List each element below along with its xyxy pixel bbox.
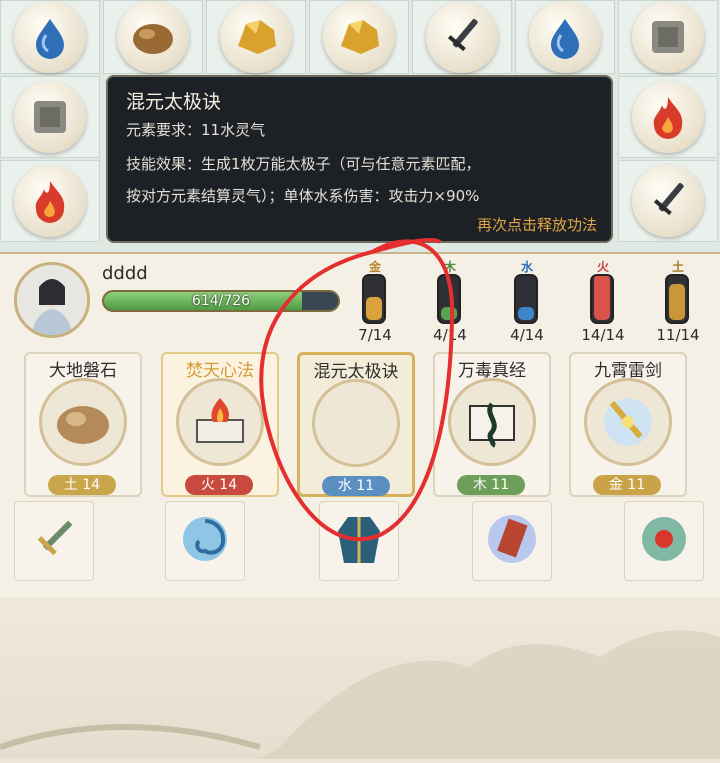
element-gauge-fire: 火 14/14 bbox=[573, 258, 633, 348]
skill-cost: 土 14 bbox=[48, 475, 116, 495]
skill-cost: 金 11 bbox=[593, 475, 661, 495]
skill-cost: 火 14 bbox=[185, 475, 253, 495]
player-name: dddd bbox=[102, 263, 148, 284]
board-cell[interactable] bbox=[618, 160, 718, 242]
item-slot[interactable] bbox=[165, 501, 245, 581]
board-cell[interactable] bbox=[0, 76, 100, 158]
vortex-icon bbox=[177, 511, 233, 571]
skill-card-selected[interactable]: 混元太极诀 水 11 bbox=[297, 352, 415, 497]
tooltip-title: 混元太极诀 bbox=[126, 91, 222, 113]
tooltip-effect-line2: 按对方元素结算灵气）；单体水系伤害：攻击力×90% bbox=[126, 187, 480, 205]
landscape-background bbox=[0, 597, 720, 759]
item-slot[interactable] bbox=[624, 501, 704, 581]
sword-orb-icon bbox=[426, 1, 498, 73]
board-cell[interactable] bbox=[618, 0, 718, 74]
skill-card[interactable]: 焚天心法 火 14 bbox=[161, 352, 279, 497]
gold-orb-icon bbox=[323, 1, 395, 73]
element-tube bbox=[362, 274, 386, 324]
hp-text: 614/726 bbox=[191, 293, 251, 309]
tooltip-release-hint[interactable]: 再次点击释放功法 bbox=[477, 214, 597, 235]
element-gauge-earth: 土 11/14 bbox=[648, 258, 708, 348]
item-slot[interactable] bbox=[319, 501, 399, 581]
element-tube bbox=[590, 274, 614, 324]
skill-cost: 木 11 bbox=[457, 475, 525, 495]
dagger-icon bbox=[27, 512, 81, 570]
board-cell[interactable] bbox=[309, 0, 409, 74]
tooltip-requirement: 元素要求：11水灵气 bbox=[126, 121, 266, 139]
element-fill bbox=[441, 306, 457, 320]
element-count: 11/14 bbox=[656, 326, 700, 344]
board-cell[interactable] bbox=[0, 160, 100, 242]
element-count: 4/14 bbox=[510, 326, 544, 344]
element-tube bbox=[514, 274, 538, 324]
earth-orb-icon bbox=[117, 1, 189, 73]
board-cell[interactable] bbox=[103, 0, 203, 74]
poison-scroll-icon bbox=[448, 378, 536, 466]
element-gauge-wood: 木 4/14 bbox=[420, 258, 480, 348]
water-orb-icon bbox=[14, 1, 86, 73]
element-fill bbox=[594, 276, 610, 320]
stone-orb-icon bbox=[632, 1, 704, 73]
scroll-icon bbox=[484, 511, 540, 571]
element-tube bbox=[665, 274, 689, 324]
element-count: 4/14 bbox=[433, 326, 467, 344]
board-cell[interactable] bbox=[412, 0, 512, 74]
board-cell[interactable] bbox=[618, 76, 718, 158]
element-fill bbox=[518, 306, 534, 320]
skill-card[interactable]: 九霄雷剑 金 11 bbox=[569, 352, 687, 497]
rock-icon bbox=[39, 378, 127, 466]
tooltip-effect-line1: 技能效果：生成1枚万能太极子（可与任意元素匹配， bbox=[126, 155, 481, 173]
sword-orb-icon bbox=[632, 165, 704, 237]
skill-cost: 水 11 bbox=[322, 476, 390, 496]
element-count: 14/14 bbox=[581, 326, 625, 344]
element-gauge-water: 水 4/14 bbox=[497, 258, 557, 348]
red-gem-icon bbox=[636, 511, 692, 571]
item-slot[interactable] bbox=[472, 501, 552, 581]
water-orb-icon bbox=[529, 1, 601, 73]
gold-orb-icon bbox=[220, 1, 292, 73]
board-cell[interactable] bbox=[0, 0, 100, 74]
burning-scroll-icon bbox=[176, 378, 264, 466]
element-gauge-metal: 金 7/14 bbox=[345, 258, 405, 348]
fire-orb-icon bbox=[14, 165, 86, 237]
skill-card[interactable]: 大地磐石 土 14 bbox=[24, 352, 142, 497]
skill-tooltip[interactable]: 混元太极诀 元素要求：11水灵气 技能效果：生成1枚万能太极子（可与任意元素匹配… bbox=[106, 75, 613, 243]
thunder-sword-icon bbox=[584, 378, 672, 466]
element-fill bbox=[669, 283, 685, 320]
player-avatar[interactable] bbox=[14, 262, 90, 338]
element-tube bbox=[437, 274, 461, 324]
robe-icon bbox=[334, 511, 384, 571]
empty-skill-circle bbox=[312, 379, 400, 467]
item-slot[interactable] bbox=[14, 501, 94, 581]
board-cell[interactable] bbox=[515, 0, 615, 74]
element-fill bbox=[366, 297, 382, 320]
element-count: 7/14 bbox=[358, 326, 392, 344]
skill-card[interactable]: 万毒真经 木 11 bbox=[433, 352, 551, 497]
stone-orb-icon bbox=[14, 81, 86, 153]
hp-bar: 614/726 bbox=[102, 290, 340, 312]
board-cell[interactable] bbox=[206, 0, 306, 74]
fire-orb-icon bbox=[632, 81, 704, 153]
